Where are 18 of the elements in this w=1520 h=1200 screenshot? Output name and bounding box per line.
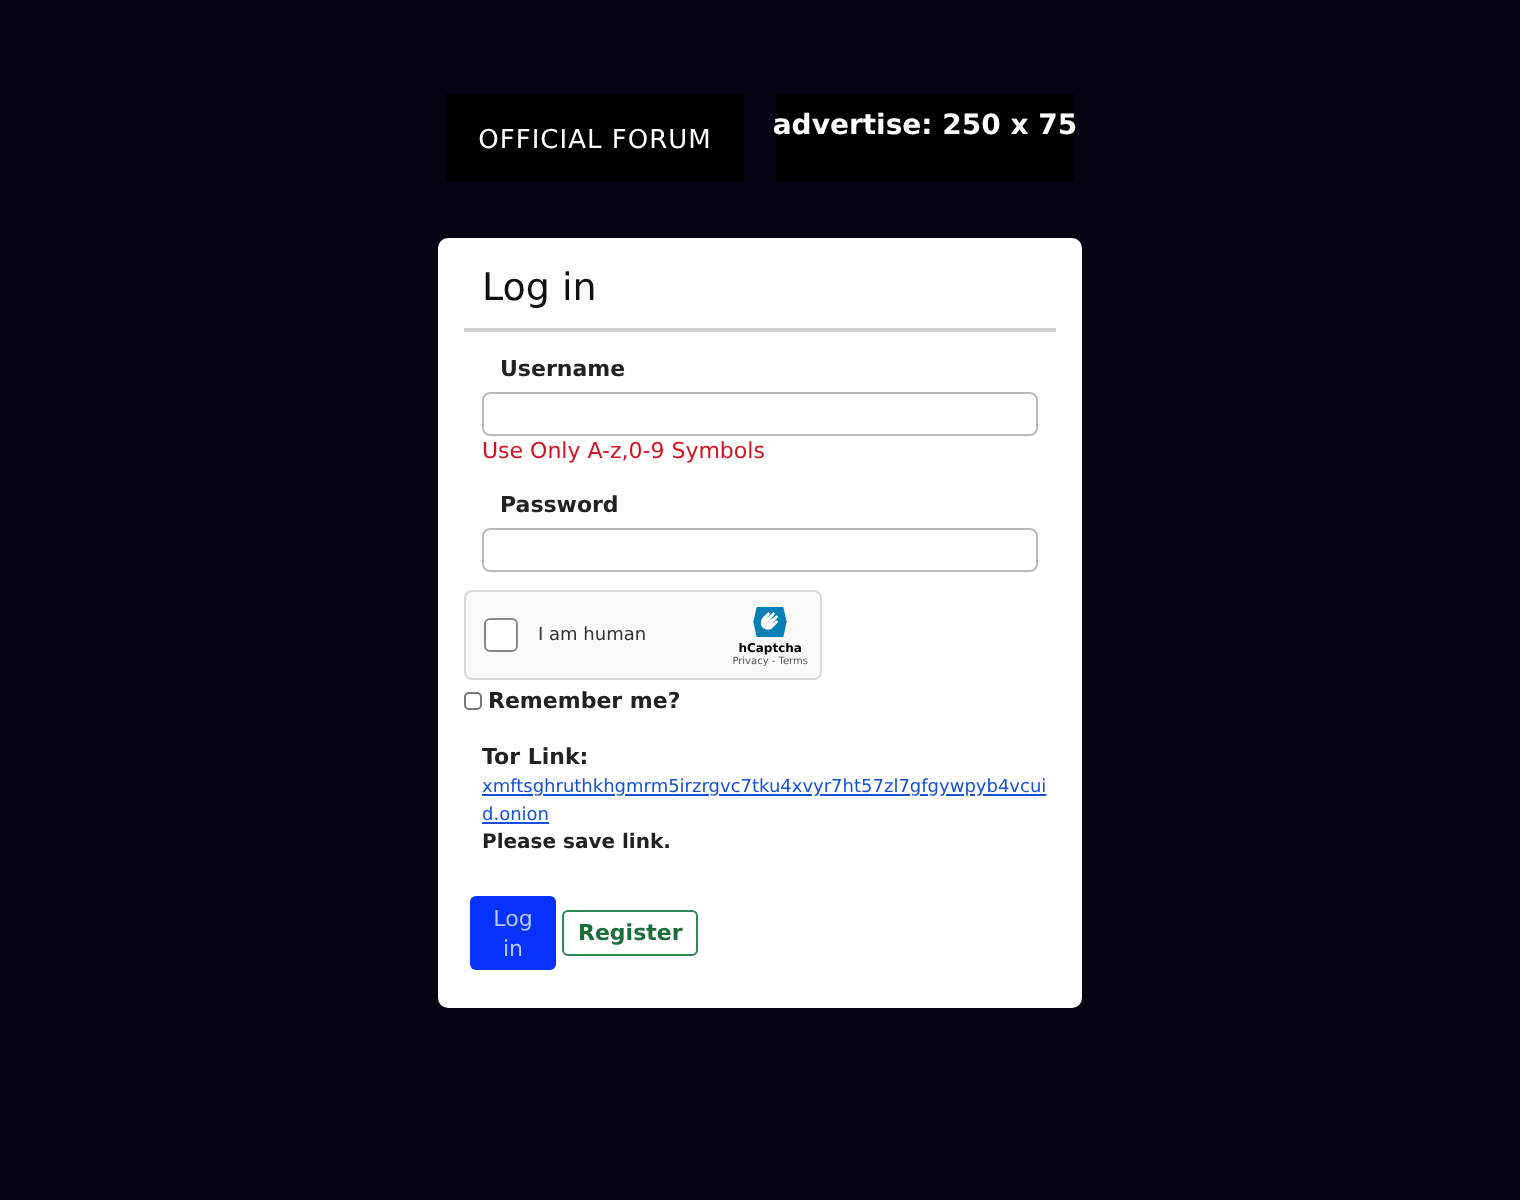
save-note: Please save link. bbox=[482, 832, 671, 854]
captcha-label: I am human bbox=[538, 625, 649, 645]
remember-label: Remember me? bbox=[488, 688, 681, 714]
validation-hint: Use Only A-z,0-9 Symbols bbox=[480, 438, 767, 464]
ad-banner[interactable]: advertise: 250 x 75 bbox=[776, 94, 1074, 182]
username-field[interactable] bbox=[482, 392, 1038, 436]
login-button[interactable]: Log in bbox=[470, 896, 556, 970]
tor-heading: Tor Link: bbox=[482, 744, 591, 770]
onion-link[interactable]: xmftsghruthkhgmrm5irzrgvc7tku4xvyr7ht57zl7gfgywpyb4vcuid.onion bbox=[482, 774, 1056, 830]
captcha-checkbox[interactable] bbox=[484, 618, 518, 652]
remember-checkbox[interactable] bbox=[464, 692, 482, 710]
register-button[interactable]: Register bbox=[562, 910, 699, 956]
hand-logo-icon bbox=[750, 602, 791, 642]
forum-banner[interactable]: OFFICIAL FORUM bbox=[446, 94, 744, 182]
field-label: Username bbox=[498, 356, 628, 382]
password-field[interactable] bbox=[482, 528, 1038, 572]
form-title: Log in bbox=[480, 266, 599, 310]
field-label: Password bbox=[498, 492, 621, 518]
